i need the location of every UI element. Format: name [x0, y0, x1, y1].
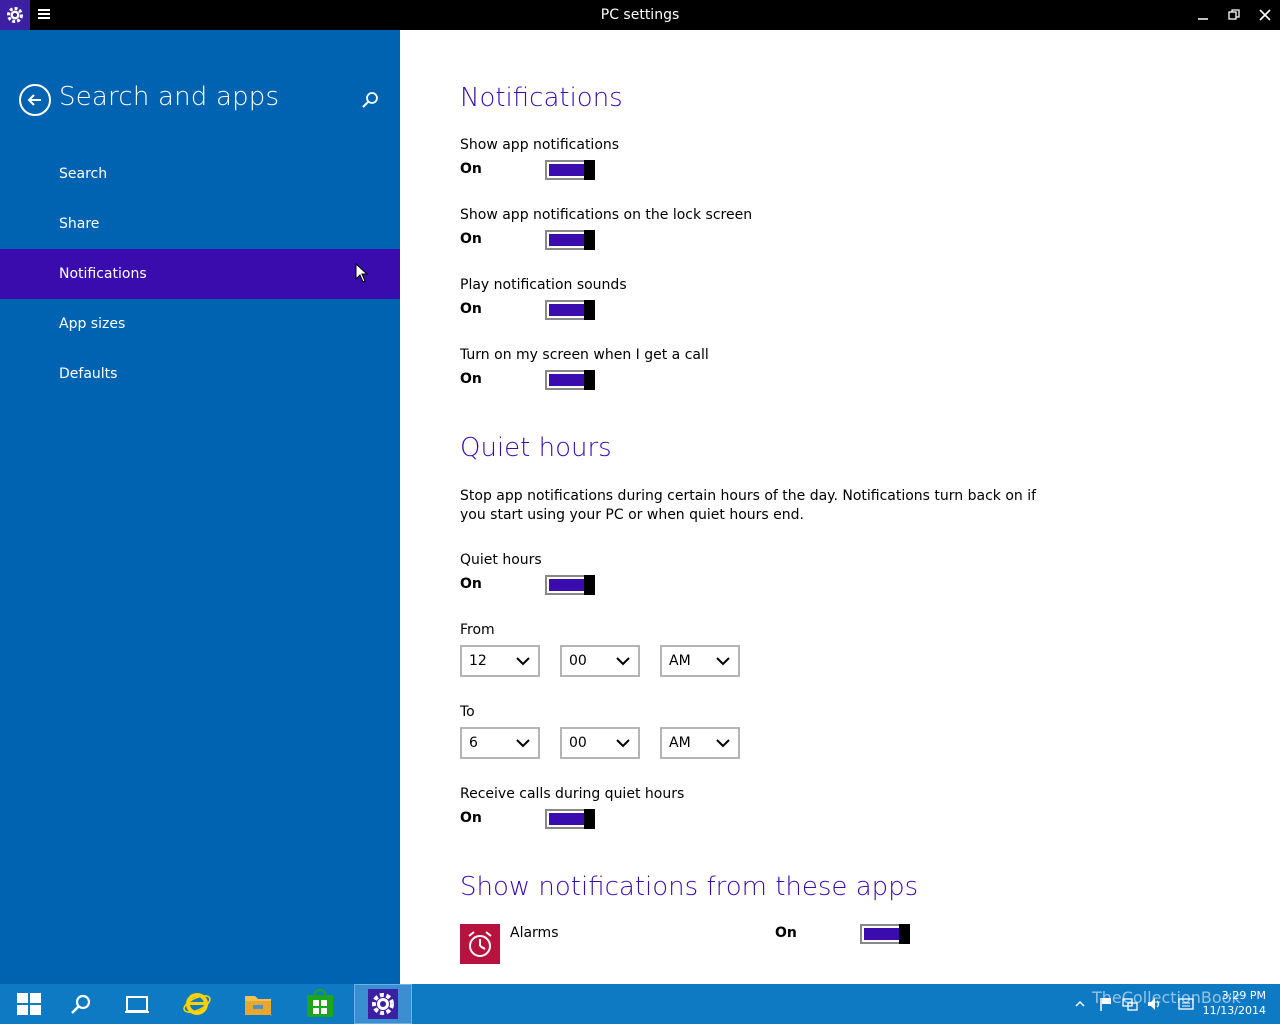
close-button[interactable] — [1250, 0, 1280, 30]
sidebar-title: Search and apps — [59, 82, 280, 112]
show-hidden-icons-icon[interactable] — [1072, 996, 1088, 1012]
toggle-state: On — [460, 161, 482, 177]
apps-heading: Show notifications from these apps — [460, 872, 919, 902]
chevron-down-icon — [516, 739, 530, 748]
clock-time: 3:29 PM — [1221, 989, 1266, 1002]
mouse-cursor-icon — [355, 262, 369, 287]
select-value: 12 — [469, 653, 487, 669]
sidebar-item-defaults[interactable]: Defaults — [0, 349, 400, 399]
sidebar-item-app-sizes[interactable]: App sizes — [0, 299, 400, 349]
chevron-down-icon — [716, 657, 730, 666]
setting-label: Show app notifications — [460, 137, 620, 153]
restore-button[interactable] — [1219, 0, 1249, 30]
file-explorer-icon[interactable] — [229, 984, 287, 1024]
sidebar-item-share[interactable]: Share — [0, 199, 400, 249]
alarm-clock-icon — [460, 924, 500, 964]
window-title: PC settings — [600, 7, 680, 23]
task-view-icon[interactable] — [108, 984, 166, 1024]
quiet-hours-heading: Quiet hours — [460, 433, 612, 463]
select-value: AM — [669, 735, 691, 751]
notification-sounds-toggle[interactable] — [545, 300, 595, 320]
back-arrow-icon[interactable] — [19, 84, 51, 116]
search-icon[interactable] — [52, 984, 110, 1024]
setting-label: Turn on my screen when I get a call — [460, 347, 709, 363]
quiet-hours-toggle[interactable] — [545, 575, 595, 595]
from-label: From — [460, 622, 495, 638]
action-center-flag-icon[interactable] — [1098, 996, 1114, 1012]
start-windows-icon[interactable] — [0, 984, 58, 1024]
select-value: 6 — [469, 735, 478, 751]
chevron-down-icon — [516, 657, 530, 666]
toggle-state: On — [460, 301, 482, 317]
setting-label: Receive calls during quiet hours — [460, 786, 685, 802]
minimize-button[interactable] — [1188, 0, 1218, 30]
from-hour-select[interactable]: 12 — [460, 645, 540, 677]
setting-label: Show app notifications on the lock scree… — [460, 207, 753, 223]
sidebar-item-notifications[interactable]: Notifications — [0, 249, 400, 299]
app-name: Alarms — [510, 925, 559, 941]
to-label: To — [460, 704, 475, 720]
lock-screen-notifications-toggle[interactable] — [545, 230, 595, 250]
select-value: 00 — [569, 735, 587, 751]
screen-on-call-toggle[interactable] — [545, 370, 595, 390]
to-period-select[interactable]: AM — [660, 727, 740, 759]
from-period-select[interactable]: AM — [660, 645, 740, 677]
setting-label: Play notification sounds — [460, 277, 627, 293]
settings-content: Notifications Show app notifications On … — [400, 30, 1280, 984]
notifications-heading: Notifications — [460, 83, 623, 113]
toggle-state: On — [460, 576, 482, 592]
store-icon[interactable] — [291, 984, 349, 1024]
network-icon[interactable] — [1122, 996, 1138, 1012]
chevron-down-icon — [616, 657, 630, 666]
internet-explorer-icon[interactable] — [168, 984, 226, 1024]
chevron-down-icon — [716, 739, 730, 748]
clock-date: 11/13/2014 — [1202, 1004, 1266, 1017]
volume-icon[interactable] — [1146, 996, 1162, 1012]
system-clock[interactable]: 3:29 PM 11/13/2014 — [1203, 988, 1266, 1018]
search-icon[interactable] — [360, 90, 380, 110]
receive-calls-toggle[interactable] — [545, 809, 595, 829]
to-hour-select[interactable]: 6 — [460, 727, 540, 759]
quiet-hours-description: Stop app notifications during certain ho… — [460, 488, 1037, 523]
from-minute-select[interactable]: 00 — [560, 645, 640, 677]
sidebar: Search and apps Search Share Notificatio… — [0, 30, 400, 984]
title-bar: PC settings — [0, 0, 1280, 30]
toggle-state: On — [775, 925, 797, 941]
select-value: 00 — [569, 653, 587, 669]
alarms-notifications-toggle[interactable] — [860, 924, 910, 944]
chevron-down-icon — [616, 739, 630, 748]
setting-label: Quiet hours — [460, 552, 542, 568]
select-value: AM — [669, 653, 691, 669]
toggle-state: On — [460, 371, 482, 387]
sidebar-item-search[interactable]: Search — [0, 149, 400, 199]
to-minute-select[interactable]: 00 — [560, 727, 640, 759]
toggle-state: On — [460, 810, 482, 826]
show-app-notifications-toggle[interactable] — [545, 160, 595, 180]
toggle-state: On — [460, 231, 482, 247]
taskbar: TheCollectionBook 3:29 PM 11/13/2014 — [0, 984, 1280, 1024]
input-keyboard-icon[interactable] — [1178, 996, 1194, 1012]
pc-settings-taskbar-icon[interactable] — [354, 984, 412, 1024]
